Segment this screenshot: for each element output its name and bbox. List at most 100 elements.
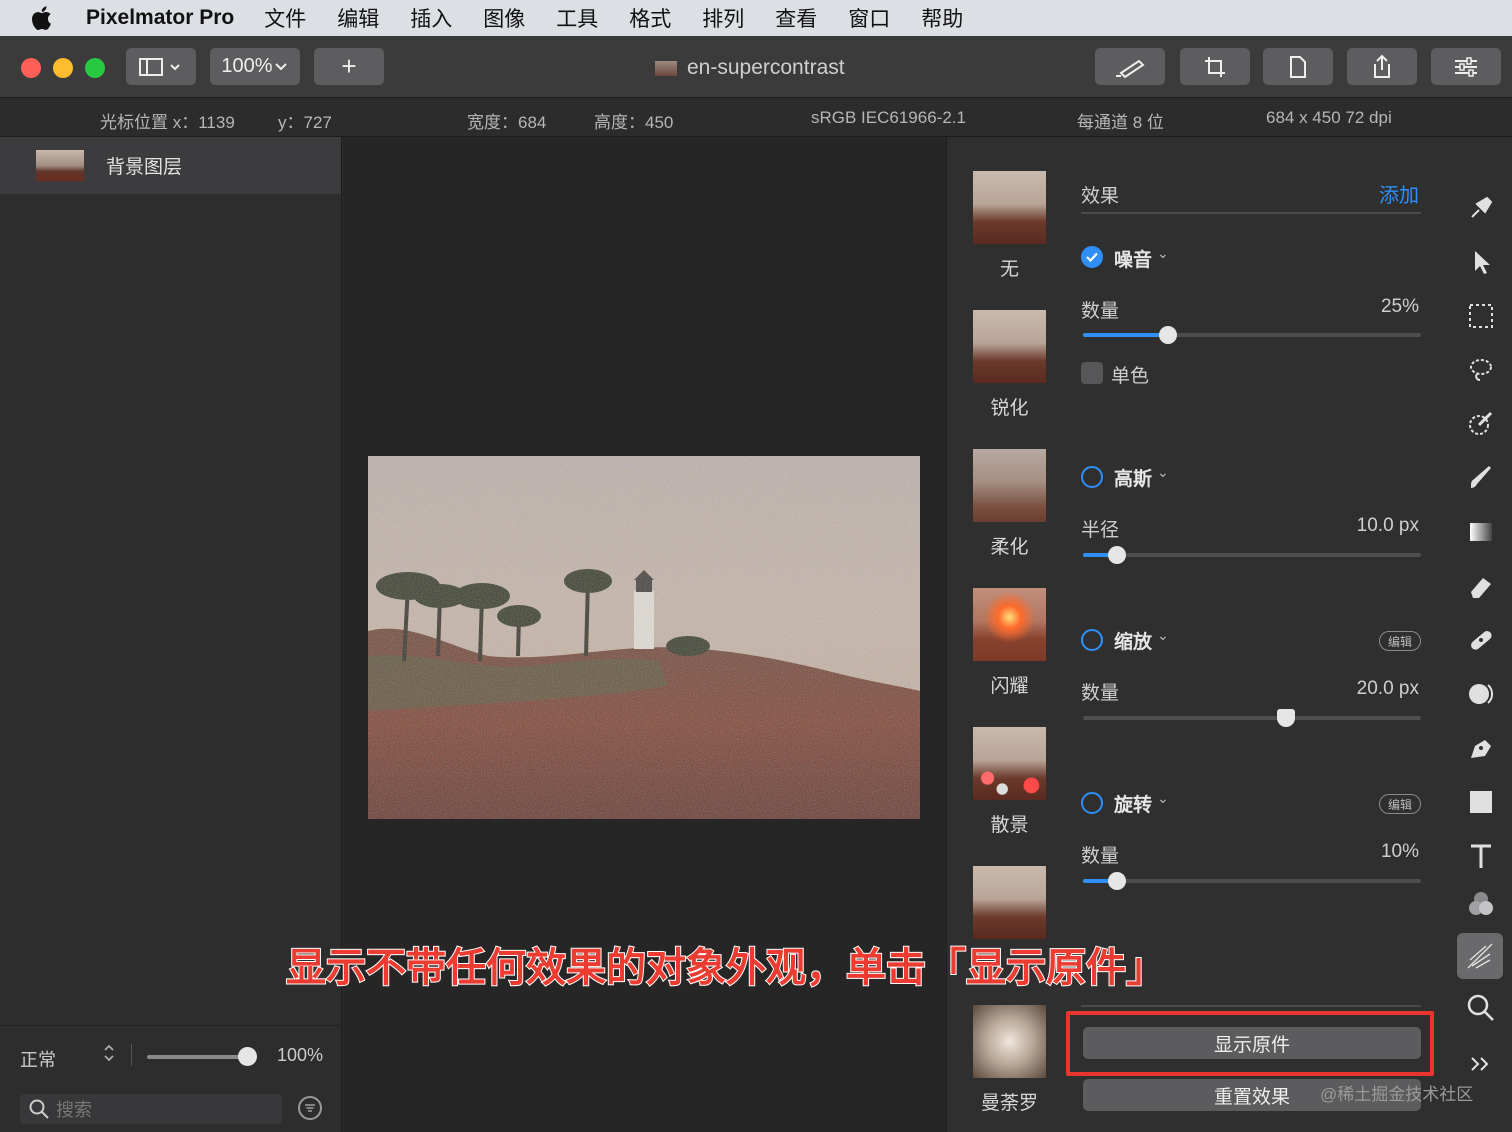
preset-none[interactable]: 无 [973,171,1046,281]
preset-thumbnail [973,727,1046,800]
noise-checkbox[interactable] [1081,246,1103,268]
zoom-amount-slider[interactable] [1083,709,1421,727]
menu-arrange[interactable]: 排列 [702,3,744,33]
spin-edit-button[interactable]: 编辑 [1379,794,1421,814]
gaussian-effect-name[interactable]: 高斯 [1114,464,1152,491]
format-button[interactable] [1263,48,1333,85]
zoom-value: 100% [221,55,273,77]
menu-format[interactable]: 格式 [629,3,671,33]
layer-row-background[interactable]: 背景图层 [0,137,341,194]
slider-knob[interactable] [1276,709,1295,727]
zoom-edit-button[interactable]: 编辑 [1379,631,1421,651]
quick-select-tool-icon[interactable] [1466,409,1496,439]
slider-knob[interactable] [1107,546,1126,564]
watermark: @稀土掘金技术社区 [1320,1085,1474,1104]
effects-header: 效果 [1081,186,1120,207]
lasso-tool-icon[interactable] [1466,355,1496,385]
add-layer-button[interactable]: + [314,48,384,85]
distort-tool-icon[interactable] [1466,679,1496,709]
preset-label: 散景 [990,815,1029,836]
divider [1081,212,1421,214]
gaussian-checkbox[interactable] [1081,466,1103,488]
menu-tools[interactable]: 工具 [556,3,598,33]
app-menu[interactable]: Pixelmator Pro [86,6,234,30]
chevron-down-icon[interactable]: ⌄ [1157,245,1169,262]
filter-icon[interactable] [298,1096,322,1120]
menu-help[interactable]: 帮助 [921,3,963,33]
preset-bokeh[interactable]: 散景 [973,727,1046,837]
search-icon [29,1099,49,1119]
preset-thumbnail [973,866,1046,939]
minimize-window-button[interactable] [53,58,73,78]
add-effect-button[interactable]: 添加 [1379,179,1419,208]
crop-button[interactable] [1180,48,1250,85]
style-tool-icon[interactable] [1466,193,1496,223]
gaussian-radius-slider[interactable] [1083,546,1421,564]
noise-effect-name[interactable]: 噪音 [1114,245,1152,272]
repair-tool-icon[interactable] [1466,625,1496,655]
up-down-chevron-icon[interactable] [102,1043,116,1068]
menu-view[interactable]: 查看 [775,3,817,33]
menu-file[interactable]: 文件 [264,3,306,33]
checkmark-icon [1086,252,1098,263]
monochrome-checkbox[interactable] [1081,362,1103,384]
paint-tool-icon[interactable] [1466,463,1496,493]
slider-knob[interactable] [1107,872,1126,890]
blend-mode-select[interactable]: 正常 [20,1046,56,1072]
opacity-slider[interactable] [147,1055,247,1059]
color-adjust-tool-icon[interactable] [1466,889,1496,919]
preset-thumbnail [973,588,1046,661]
pen-tool-button[interactable] [1095,48,1165,85]
adjustments-button[interactable] [1431,48,1501,85]
gaussian-radius-label: 半径 [1081,520,1120,541]
preset-label: 无 [999,259,1019,280]
more-tools-chevron-icon[interactable] [1466,1049,1496,1079]
shape-tool-icon[interactable] [1466,787,1496,817]
menu-image[interactable]: 图像 [483,3,525,33]
preset-label: 闪耀 [990,676,1029,697]
zoom-amount-value: 20.0 px [1356,678,1419,699]
chevron-down-icon[interactable]: ⌄ [1157,790,1169,807]
layers-search-input[interactable]: 搜索 [20,1094,282,1124]
chevron-down-icon[interactable]: ⌄ [1157,464,1169,481]
opacity-slider-knob[interactable] [238,1047,257,1066]
slider-knob[interactable] [1158,326,1177,344]
zoom-select[interactable]: 100% [210,48,300,85]
document-image[interactable] [368,456,920,819]
preset-tilt[interactable] [973,866,1046,939]
divider [1081,1005,1421,1007]
spin-checkbox[interactable] [1081,792,1103,814]
menu-insert[interactable]: 插入 [410,3,452,33]
zoom-checkbox[interactable] [1081,629,1103,651]
type-tool-icon[interactable] [1466,841,1496,871]
preset-mandala[interactable]: 曼荼罗 [973,1005,1046,1115]
search-placeholder: 搜索 [56,1100,92,1120]
rect-select-tool-icon[interactable] [1466,301,1496,331]
zoom-tool-icon[interactable] [1466,993,1496,1023]
annotation-caption: 显示不带任何效果的对象外观，单击「显示原件」 [285,945,1167,991]
spin-effect-name[interactable]: 旋转 [1114,790,1152,817]
effects-tool-icon[interactable] [1457,933,1503,979]
arrange-tool-icon[interactable] [1466,247,1496,277]
zoom-window-button[interactable] [85,58,105,78]
apple-icon[interactable] [30,5,60,31]
pen-tool-icon[interactable] [1466,733,1496,763]
noise-amount-slider[interactable] [1083,326,1421,344]
preset-shine[interactable]: 闪耀 [973,588,1046,698]
menu-edit[interactable]: 编辑 [337,3,379,33]
gaussian-radius-value: 10.0 px [1356,515,1419,536]
spin-amount-slider[interactable] [1083,872,1421,890]
zoom-effect-name[interactable]: 缩放 [1114,627,1152,654]
cursor-x-readout: 光标位置 x：1139 [100,113,235,132]
gradient-tool-icon[interactable] [1466,517,1496,547]
eraser-tool-icon[interactable] [1466,571,1496,601]
crop-icon [1205,56,1225,77]
sidebar-toggle-button[interactable] [126,48,196,85]
menu-window[interactable]: 窗口 [848,3,890,33]
share-button[interactable] [1347,48,1417,85]
preset-soften[interactable]: 柔化 [973,449,1046,559]
highlight-box [1066,1011,1434,1076]
preset-sharpen[interactable]: 锐化 [973,310,1046,420]
chevron-down-icon[interactable]: ⌄ [1157,627,1169,644]
close-window-button[interactable] [21,58,41,78]
